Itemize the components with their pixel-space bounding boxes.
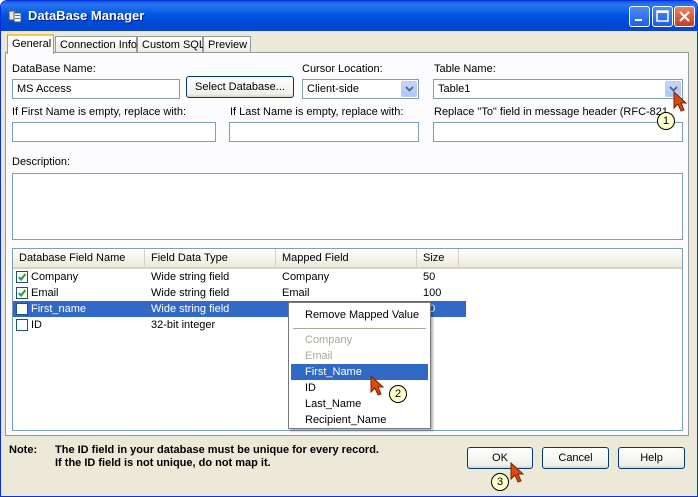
cancel-button-label: Cancel [558,452,593,464]
app-icon [8,10,22,23]
data-type-cell: Wide string field [151,271,230,283]
row-checkbox[interactable] [16,319,28,331]
tab-connection-info-label: Connection Info [60,39,138,51]
cursor-location-combo[interactable]: Client-side [302,79,419,99]
cancel-button[interactable]: Cancel [542,447,609,469]
help-button-label: Help [640,452,663,464]
menu-item-company: Company [305,334,353,346]
tab-custom-sql[interactable]: Custom SQL [137,36,205,53]
close-button[interactable] [674,6,695,27]
dropdown-arrow-icon [405,86,414,92]
menu-item-remove-mapped-value[interactable]: Remove Mapped Value [291,307,428,323]
mapped-field-context-menu: Remove Mapped Value Company Email First_… [288,302,431,429]
menu-item-first-name[interactable]: First_Name [291,364,428,380]
tab-preview-label: Preview [208,39,248,51]
column-header-field-name[interactable]: Database Field Name [13,249,145,267]
callout-3: 3 [491,473,509,491]
tab-connection-info[interactable]: Connection Info [55,36,137,53]
mapped-field-cell: Company [282,271,330,283]
cursor-location-label: Cursor Location: [302,63,383,75]
tab-custom-sql-label: Custom SQL [142,39,205,51]
cursor-arrow-icon [510,462,525,483]
note-line-2: If the ID field is not unique, do not ma… [55,457,271,469]
window-title: DataBase Manager [28,8,145,23]
ok-button-label: OK [492,452,508,464]
close-icon [679,11,690,22]
cursor-arrow-icon [370,375,385,396]
table-name-combo[interactable]: Table1 [433,79,683,99]
mapped-field-cell: Email [282,287,310,299]
tab-general-label: General [12,38,52,50]
data-type-cell: 32-bit integer [151,319,216,331]
table-row[interactable]: Company Wide string field Company 50 [13,269,682,285]
row-checkbox[interactable] [16,287,28,299]
column-header-data-type[interactable]: Field Data Type [145,249,276,267]
database-manager-window: DataBase Manager General Connection Info… [0,0,698,497]
column-header-size[interactable]: Size [417,249,459,267]
database-name-label: DataBase Name: [12,63,96,75]
menu-item-recipient-name[interactable]: Recipient_Name [291,412,428,428]
help-button[interactable]: Help [618,447,685,469]
row-checkbox[interactable] [16,271,28,283]
replace-to-field-label: Replace "To" field in message header (RF… [434,106,668,118]
row-checkbox[interactable] [16,303,28,315]
callout-2: 2 [389,385,407,403]
note-line-1: The ID field in your database must be un… [55,444,379,456]
minimize-icon [635,19,642,21]
column-header-mapped-field[interactable]: Mapped Field [276,249,417,267]
table-name-value: Table1 [438,83,471,95]
menu-item-last-name[interactable]: Last_Name [291,396,428,412]
title-bar[interactable]: DataBase Manager [1,1,697,31]
database-name-input[interactable]: MS Access [12,79,180,99]
field-name-cell: First_name [31,303,87,315]
cursor-arrow-icon [673,91,688,112]
description-textarea[interactable] [12,173,683,240]
replace-to-field-input[interactable] [433,122,683,142]
list-header: Database Field Name Field Data Type Mapp… [13,249,682,269]
cursor-location-value: Client-side [307,83,359,95]
first-name-replace-input[interactable] [12,122,216,142]
checkmark-icon [18,273,27,282]
tab-general[interactable]: General [7,34,54,54]
last-name-empty-label: If Last Name is empty, replace with: [230,106,404,118]
field-name-cell: Email [31,287,59,299]
table-name-label: Table Name: [434,63,496,75]
menu-separator [293,328,426,329]
select-database-button[interactable]: Select Database... [186,76,294,98]
cursor-location-dropdown-button[interactable] [401,81,417,97]
size-cell: 100 [423,287,442,299]
field-name-cell: ID [31,319,42,331]
size-cell: 50 [423,271,436,283]
maximize-button[interactable] [652,6,673,27]
data-type-cell: Wide string field [151,303,230,315]
tab-preview[interactable]: Preview [203,36,251,53]
menu-item-id[interactable]: ID [291,380,428,396]
minimize-button[interactable] [629,6,650,27]
callout-1: 1 [657,112,675,130]
menu-item-email: Email [305,350,333,362]
maximize-icon [656,10,669,22]
checkmark-icon [18,289,27,298]
table-row[interactable]: Email Wide string field Email 100 [13,285,682,301]
data-type-cell: Wide string field [151,287,230,299]
last-name-replace-input[interactable] [229,122,419,142]
note-prefix: Note: [9,444,38,456]
first-name-empty-label: If First Name is empty, replace with: [12,106,187,118]
field-name-cell: Company [31,271,79,283]
description-label: Description: [12,156,71,168]
